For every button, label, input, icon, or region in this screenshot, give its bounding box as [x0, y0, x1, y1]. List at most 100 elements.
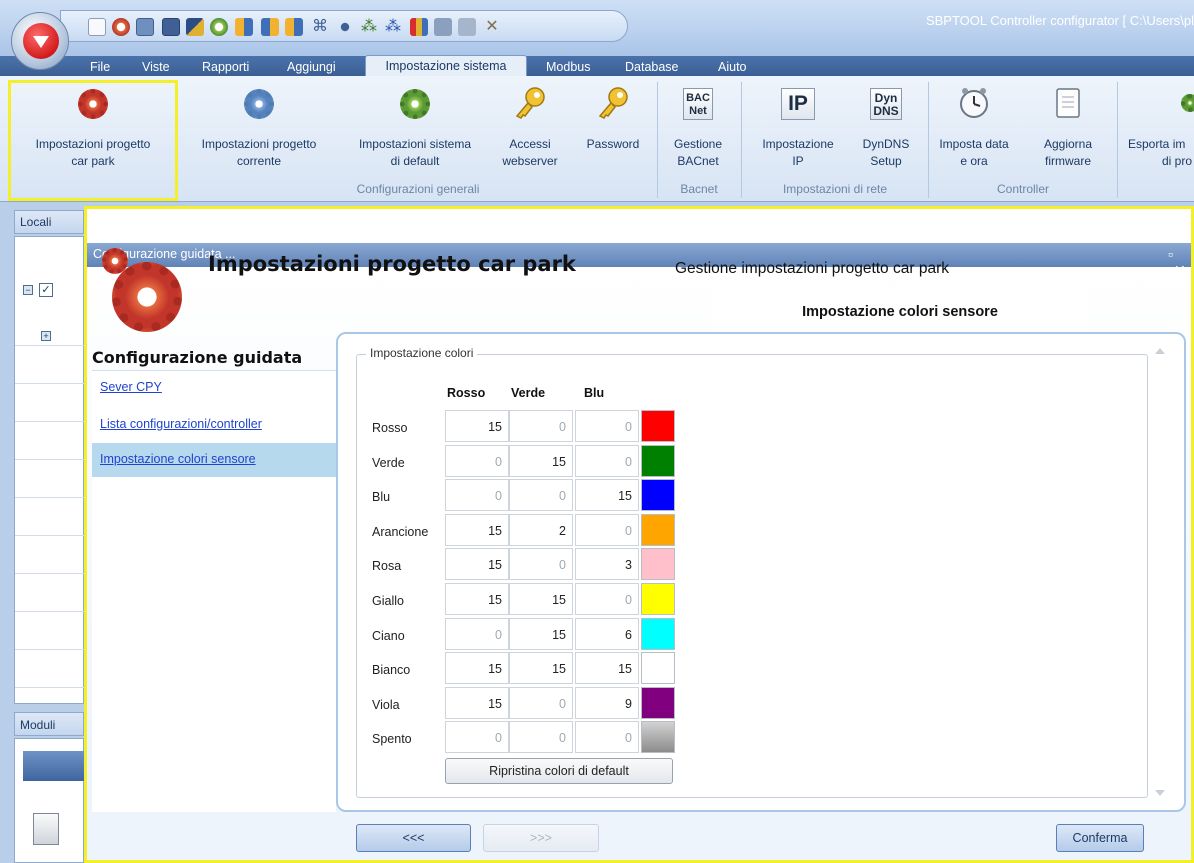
ribbon-label: firmware — [1044, 154, 1091, 168]
color-value-input[interactable]: 15 — [445, 583, 509, 615]
color-value-input[interactable]: 0 — [509, 721, 573, 753]
accessi-webserver-button[interactable]: Accessi webserver — [490, 84, 570, 180]
color-value-input[interactable]: 15 — [445, 652, 509, 684]
color-swatch — [641, 687, 675, 719]
color-value-input[interactable]: 0 — [575, 583, 639, 615]
locali-panel-header[interactable]: Locali — [14, 210, 84, 234]
imposta-data-ora-button[interactable]: Imposta data e ora — [932, 84, 1016, 180]
esporta-button[interactable]: Esporta im di pro — [1122, 84, 1194, 180]
color-value-input[interactable]: 15 — [445, 514, 509, 546]
color-value-input[interactable]: 0 — [509, 687, 573, 719]
monitor-icon[interactable] — [458, 18, 476, 36]
import-icon[interactable] — [261, 18, 279, 36]
export-icon — [1181, 94, 1194, 112]
color-value-input[interactable]: 0 — [509, 410, 573, 442]
expand-icon[interactable]: + — [41, 331, 51, 341]
ribbon-label: Accessi — [509, 137, 551, 151]
color-value-input[interactable]: 0 — [509, 548, 573, 580]
color-value-input[interactable]: 6 — [575, 618, 639, 650]
next-button[interactable]: >>> — [483, 824, 599, 852]
step-link-lista-configurazioni[interactable]: Lista configurazioni/controller — [92, 408, 336, 442]
document-icon — [1056, 88, 1080, 118]
color-value-input[interactable]: 15 — [445, 548, 509, 580]
tab-file[interactable]: File — [90, 58, 110, 76]
confirm-button[interactable]: Conferma — [1056, 824, 1144, 852]
hierarchy-icon[interactable]: ⁂ — [384, 18, 402, 36]
tab-rapporti[interactable]: Rapporti — [202, 58, 249, 76]
row-label: Rosa — [372, 559, 402, 573]
dyndns-setup-button[interactable]: Dyn DNS DynDNS Setup — [848, 84, 924, 180]
open-icon[interactable] — [136, 18, 154, 36]
group-legend: Impostazione colori — [366, 346, 478, 360]
colors-icon[interactable] — [410, 18, 428, 36]
export-icon[interactable] — [235, 18, 253, 36]
color-value-input[interactable]: 0 — [445, 618, 509, 650]
color-value-input[interactable]: 0 — [575, 721, 639, 753]
color-value-input[interactable]: 2 — [509, 514, 573, 546]
tab-aggiungi[interactable]: Aggiungi — [287, 58, 336, 76]
maximize-icon[interactable]: ▫ — [1168, 246, 1173, 262]
previous-button[interactable]: <<< — [356, 824, 471, 852]
ribbon-label: Esporta im — [1128, 137, 1186, 151]
tab-modbus[interactable]: Modbus — [546, 58, 590, 76]
tools-icon[interactable]: ✕ — [483, 18, 501, 36]
color-value-input[interactable]: 0 — [445, 721, 509, 753]
display-icon[interactable] — [434, 18, 452, 36]
refresh-icon[interactable] — [210, 18, 228, 36]
ribbon-label: e ora — [960, 154, 988, 168]
color-swatch — [641, 479, 675, 511]
settings-icon[interactable] — [336, 18, 354, 36]
scroll-up-icon[interactable] — [1155, 348, 1165, 354]
transfer-icon[interactable] — [285, 18, 303, 36]
color-value-input[interactable]: 15 — [509, 618, 573, 650]
tab-viste[interactable]: Viste — [142, 58, 170, 76]
checkbox-icon[interactable]: ✓ — [39, 283, 53, 297]
color-value-input[interactable]: 3 — [575, 548, 639, 580]
color-value-input[interactable]: 0 — [445, 445, 509, 477]
color-value-input[interactable]: 15 — [509, 445, 573, 477]
vertical-scrollbar[interactable] — [1151, 342, 1169, 802]
color-value-input[interactable]: 15 — [445, 410, 509, 442]
color-value-input[interactable]: 15 — [509, 652, 573, 684]
color-swatch — [641, 410, 675, 442]
ribbon-label: Impostazioni progetto — [201, 137, 317, 151]
tab-database[interactable]: Database — [625, 58, 679, 76]
impostazioni-sistema-default-button[interactable]: Impostazioni sistema di default — [340, 84, 490, 180]
network-icon[interactable]: ⌘ — [311, 18, 329, 36]
edit-icon[interactable] — [186, 18, 204, 36]
module-device-icon[interactable] — [33, 813, 59, 845]
gear-icon[interactable] — [112, 18, 130, 36]
collapse-icon[interactable]: − — [23, 285, 33, 295]
color-value-input[interactable]: 9 — [575, 687, 639, 719]
color-swatch — [641, 548, 675, 580]
ribbon-group-separator — [928, 82, 929, 198]
gestione-bacnet-button[interactable]: BAC Net Gestione BACnet — [660, 84, 736, 180]
moduli-panel-header[interactable]: Moduli — [14, 712, 84, 736]
password-button[interactable]: Password — [572, 84, 654, 180]
color-value-input[interactable]: 0 — [509, 479, 573, 511]
color-value-input[interactable]: 15 — [575, 652, 639, 684]
color-value-input[interactable]: 15 — [445, 687, 509, 719]
color-value-input[interactable]: 15 — [509, 583, 573, 615]
page-title: Impostazioni progetto car park — [208, 252, 576, 276]
moduli-list-header — [23, 751, 85, 781]
step-link-sever-cpy[interactable]: Sever CPY — [92, 371, 336, 405]
app-menu-button[interactable] — [11, 12, 69, 70]
ribbon-group-separator — [741, 82, 742, 198]
tab-impostazione-sistema[interactable]: Impostazione sistema — [365, 55, 527, 76]
tree-icon[interactable]: ⁂ — [360, 18, 378, 36]
reset-default-colors-button[interactable]: Ripristina colori di default — [445, 758, 673, 784]
new-file-icon[interactable] — [88, 18, 106, 36]
tab-aiuto[interactable]: Aiuto — [718, 58, 747, 76]
aggiorna-firmware-button[interactable]: Aggiorna firmware — [1026, 84, 1110, 180]
impostazione-ip-button[interactable]: IP Impostazione IP — [748, 84, 848, 180]
color-value-input[interactable]: 0 — [575, 410, 639, 442]
impostazioni-progetto-corrente-button[interactable]: Impostazioni progetto corrente — [180, 84, 338, 180]
color-value-input[interactable]: 0 — [575, 445, 639, 477]
color-value-input[interactable]: 15 — [575, 479, 639, 511]
scroll-down-icon[interactable] — [1155, 790, 1165, 796]
save-icon[interactable] — [162, 18, 180, 36]
color-value-input[interactable]: 0 — [445, 479, 509, 511]
step-link-impostazione-colori[interactable]: Impostazione colori sensore — [92, 443, 336, 477]
color-value-input[interactable]: 0 — [575, 514, 639, 546]
